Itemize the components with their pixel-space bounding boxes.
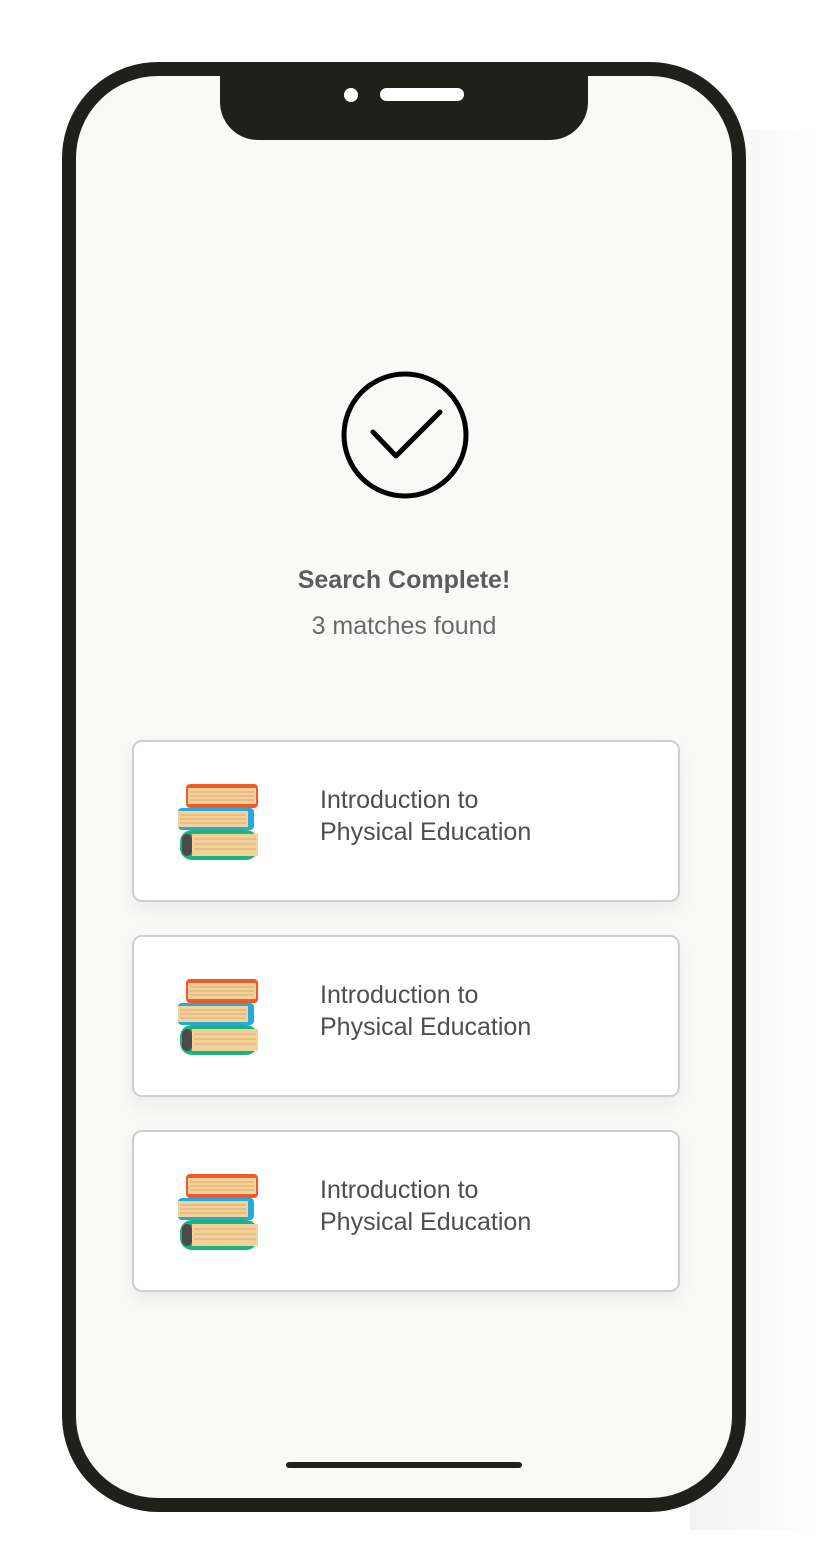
result-title: Introduction to Physical Education — [320, 1174, 620, 1238]
result-title: Introduction to Physical Education — [320, 784, 620, 848]
result-title-line1: Introduction to — [320, 1176, 479, 1204]
results-list: Introduction to Physical Education Intro… — [132, 740, 680, 1325]
checkmark-circle-icon — [341, 371, 469, 499]
result-title-line2: Physical Education — [320, 1013, 532, 1041]
home-indicator[interactable] — [286, 1462, 522, 1468]
phone-frame: Search Complete! 3 matches found Introdu… — [62, 62, 746, 1512]
result-title-line2: Physical Education — [320, 818, 532, 846]
phone-notch — [220, 76, 588, 140]
status-subtitle: 3 matches found — [311, 612, 497, 640]
status-title: Search Complete! — [297, 566, 511, 594]
result-title-line2: Physical Education — [320, 1208, 532, 1236]
result-title-line1: Introduction to — [320, 786, 479, 814]
result-title-line1: Introduction to — [320, 981, 479, 1009]
speaker-icon — [380, 88, 464, 101]
front-camera-icon — [344, 88, 358, 102]
books-stack-icon — [178, 979, 258, 1055]
result-card[interactable]: Introduction to Physical Education — [132, 935, 680, 1097]
result-card[interactable]: Introduction to Physical Education — [132, 740, 680, 902]
result-title: Introduction to Physical Education — [320, 979, 620, 1043]
books-stack-icon — [178, 1174, 258, 1250]
books-stack-icon — [178, 784, 258, 860]
result-card[interactable]: Introduction to Physical Education — [132, 1130, 680, 1292]
stage: Search Complete! 3 matches found Introdu… — [0, 0, 820, 1556]
